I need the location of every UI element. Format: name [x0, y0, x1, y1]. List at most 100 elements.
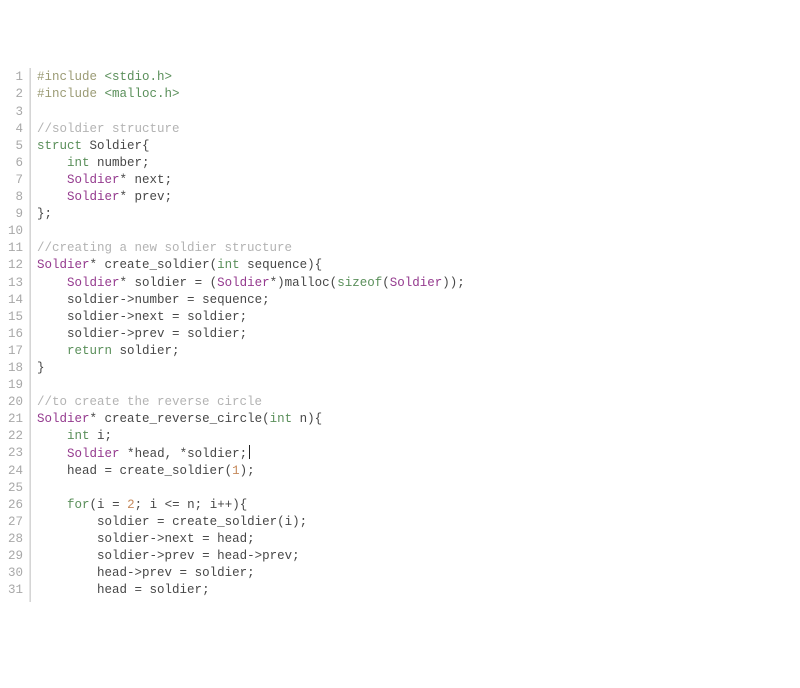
token-op: * [120, 173, 128, 187]
token-op: = [172, 327, 180, 341]
token-id: sequence [240, 258, 308, 272]
token-id [37, 276, 67, 290]
token-id: i [285, 515, 293, 529]
line-number: 13 [4, 275, 23, 292]
line-number: 3 [4, 104, 23, 121]
code-line: soldier->next = head; [37, 531, 465, 548]
token-id: prev [127, 190, 165, 204]
code-line: Soldier* soldier = (Soldier*)malloc(size… [37, 275, 465, 292]
line-number: 20 [4, 394, 23, 411]
line-number: 5 [4, 138, 23, 155]
code-line: soldier = create_soldier(i); [37, 514, 465, 531]
token-pun: ) [277, 276, 285, 290]
token-id: head [37, 566, 127, 580]
line-number: 7 [4, 172, 23, 189]
line-number: 31 [4, 582, 23, 599]
line-number: 26 [4, 497, 23, 514]
token-id: head [135, 447, 165, 461]
code-line: Soldier* next; [37, 172, 465, 189]
line-number: 28 [4, 531, 23, 548]
code-line: Soldier* create_soldier(int sequence){ [37, 257, 465, 274]
token-id: soldier [37, 293, 120, 307]
code-area[interactable]: #include <stdio.h>#include <malloc.h>//s… [30, 68, 465, 602]
token-num: 2 [127, 498, 135, 512]
token-id: soldier [112, 344, 172, 358]
token-pun: )); [442, 276, 465, 290]
token-op: = [202, 532, 210, 546]
code-line: int i; [37, 428, 465, 445]
token-id: soldier [180, 327, 240, 341]
token-fn: create_soldier [105, 258, 210, 272]
code-line [37, 377, 465, 394]
token-type: Soldier [390, 276, 443, 290]
code-line: head = create_soldier(1); [37, 463, 465, 480]
token-id: prev [142, 566, 180, 580]
token-type: Soldier [67, 173, 120, 187]
token-op: -> [150, 532, 165, 546]
token-op: * [120, 190, 128, 204]
token-id: soldier [37, 310, 120, 324]
line-number: 15 [4, 309, 23, 326]
token-id: Soldier [82, 139, 142, 153]
token-id [172, 447, 180, 461]
text-cursor [249, 445, 250, 459]
token-id [112, 464, 120, 478]
token-pun: ){ [307, 258, 322, 272]
token-cmt: //soldier structure [37, 122, 180, 136]
code-line: soldier->next = soldier; [37, 309, 465, 326]
token-type: Soldier [217, 276, 270, 290]
code-line [37, 104, 465, 121]
token-pun: ( [210, 276, 218, 290]
line-number: 17 [4, 343, 23, 360]
token-id: soldier [37, 549, 150, 563]
code-line: Soldier *head, *soldier; [37, 445, 465, 462]
line-number: 1 [4, 69, 23, 86]
token-id: n [292, 412, 307, 426]
token-op: = [187, 293, 195, 307]
code-line: head = soldier; [37, 582, 465, 599]
line-number: 12 [4, 257, 23, 274]
code-line: //creating a new soldier structure [37, 240, 465, 257]
line-number: 8 [4, 189, 23, 206]
code-editor: 1234567891011121314151617181920212223242… [0, 68, 800, 602]
token-kw: struct [37, 139, 82, 153]
token-op: * [180, 447, 188, 461]
token-op: = [157, 515, 165, 529]
token-pun: ; [165, 173, 173, 187]
token-type: Soldier [67, 276, 120, 290]
line-number: 11 [4, 240, 23, 257]
token-id: soldier [37, 515, 157, 529]
token-id: head [37, 464, 105, 478]
token-kw: return [67, 344, 112, 358]
token-type: Soldier [67, 190, 120, 204]
token-id: i [97, 498, 112, 512]
token-pun: ; [240, 447, 248, 461]
code-line [37, 223, 465, 240]
token-op: = [172, 310, 180, 324]
token-pun: ); [292, 515, 307, 529]
token-id: next [127, 173, 165, 187]
line-number: 18 [4, 360, 23, 377]
token-kw: int [67, 156, 90, 170]
code-line: //to create the reverse circle [37, 394, 465, 411]
code-line: #include <malloc.h> [37, 86, 465, 103]
token-op: = [202, 549, 210, 563]
token-op: ++ [217, 498, 232, 512]
token-hdr: <stdio.h> [105, 70, 173, 84]
token-pun: ; [262, 293, 270, 307]
token-op: * [120, 276, 128, 290]
token-id: i [202, 498, 217, 512]
token-pun: ; [247, 566, 255, 580]
line-number-gutter: 1234567891011121314151617181920212223242… [0, 68, 30, 602]
line-number: 24 [4, 463, 23, 480]
token-pun: { [142, 139, 150, 153]
code-line: struct Soldier{ [37, 138, 465, 155]
token-type: Soldier [37, 258, 90, 272]
token-pun: ( [225, 464, 233, 478]
line-number: 10 [4, 223, 23, 240]
token-pun: ( [210, 258, 218, 272]
token-id: next [135, 310, 173, 324]
token-pun: } [37, 361, 45, 375]
token-id: prev [135, 327, 173, 341]
token-pun: ( [90, 498, 98, 512]
